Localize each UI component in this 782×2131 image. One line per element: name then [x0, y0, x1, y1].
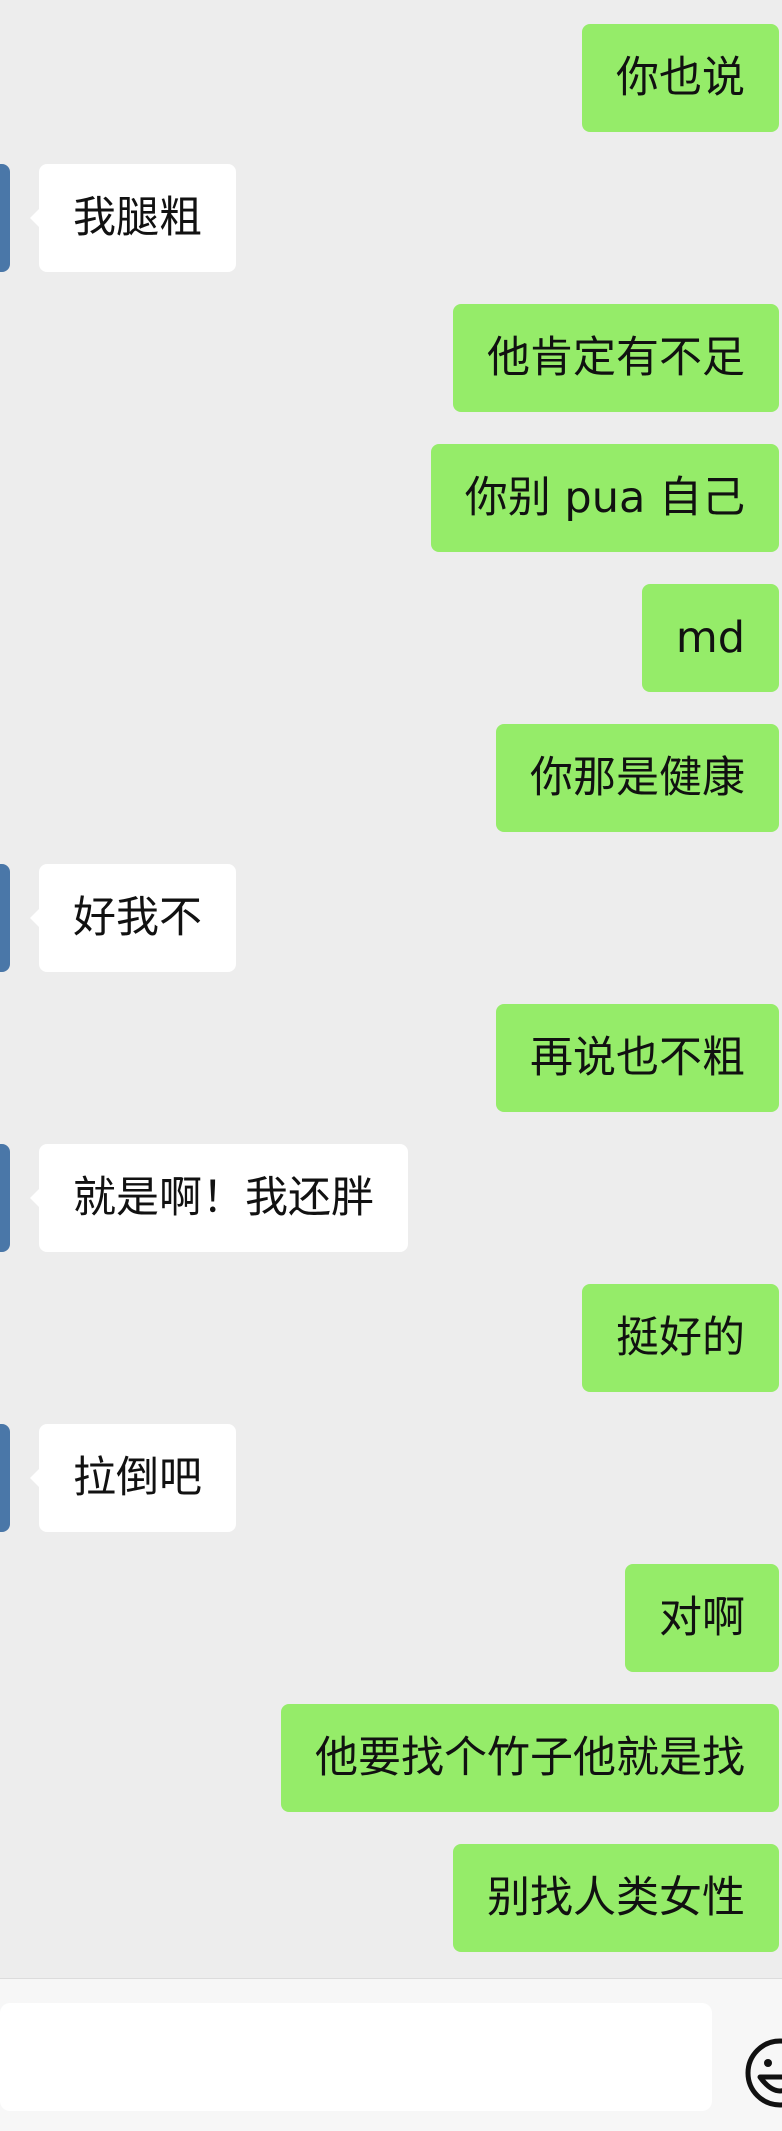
- message-row: 挺好的: [0, 1284, 782, 1392]
- message-text: md: [675, 613, 745, 663]
- chat-area[interactable]: 你也说 我腿粗 他肯定有不足 你别 pua 自己 md 你那是健康 好我不 再说…: [0, 0, 782, 1978]
- outgoing-message-bubble[interactable]: 挺好的: [582, 1284, 779, 1392]
- outgoing-message-bubble[interactable]: 对啊: [625, 1564, 779, 1672]
- message-row: 你那是健康: [0, 724, 782, 832]
- emoji-icon[interactable]: [742, 2035, 782, 2111]
- message-row: 你也说: [0, 24, 782, 132]
- message-text: 对啊: [659, 1593, 745, 1643]
- input-bar: [0, 1978, 782, 2131]
- message-row: 他要找个竹子他就是找: [0, 1704, 782, 1812]
- contact-avatar[interactable]: [0, 1424, 10, 1532]
- message-text: 你别 pua 自己: [464, 473, 745, 523]
- incoming-message-bubble[interactable]: 拉倒吧: [30, 1424, 236, 1532]
- message-row: 他肯定有不足: [0, 304, 782, 412]
- outgoing-message-bubble[interactable]: 你也说: [582, 24, 779, 132]
- message-text: 挺好的: [616, 1313, 745, 1363]
- message-text: 再说也不粗: [530, 1033, 745, 1083]
- incoming-message-bubble[interactable]: 好我不: [30, 864, 236, 972]
- message-row: 对啊: [0, 1564, 782, 1672]
- message-text: 你那是健康: [530, 753, 745, 803]
- outgoing-message-bubble[interactable]: 你别 pua 自己: [430, 444, 779, 552]
- contact-avatar[interactable]: [0, 864, 10, 972]
- message-text: 他要找个竹子他就是找: [315, 1733, 745, 1783]
- outgoing-message-bubble[interactable]: 他肯定有不足: [453, 304, 779, 412]
- contact-avatar[interactable]: [0, 164, 10, 272]
- message-text: 就是啊！我还胖: [73, 1173, 374, 1223]
- message-row: 你别 pua 自己: [0, 444, 782, 552]
- message-row: 别找人类女性: [0, 1844, 782, 1952]
- incoming-message-bubble[interactable]: 我腿粗: [30, 164, 236, 272]
- outgoing-message-bubble[interactable]: 你那是健康: [496, 724, 779, 832]
- message-text: 好我不: [73, 893, 202, 943]
- message-text: 我腿粗: [73, 193, 202, 243]
- message-row: 拉倒吧: [0, 1424, 782, 1532]
- message-row: 再说也不粗: [0, 1004, 782, 1112]
- message-text: 别找人类女性: [487, 1873, 745, 1923]
- outgoing-message-bubble[interactable]: 再说也不粗: [496, 1004, 779, 1112]
- message-row: md: [0, 584, 782, 692]
- outgoing-message-bubble[interactable]: md: [641, 584, 779, 692]
- message-row: 好我不: [0, 864, 782, 972]
- message-text: 拉倒吧: [73, 1453, 202, 1503]
- message-row: 我腿粗: [0, 164, 782, 272]
- message-text: 他肯定有不足: [487, 333, 745, 383]
- message-text: 你也说: [616, 53, 745, 103]
- contact-avatar[interactable]: [0, 1144, 10, 1252]
- message-input[interactable]: [0, 2003, 712, 2111]
- message-row: 就是啊！我还胖: [0, 1144, 782, 1252]
- incoming-message-bubble[interactable]: 就是啊！我还胖: [30, 1144, 408, 1252]
- outgoing-message-bubble[interactable]: 别找人类女性: [453, 1844, 779, 1952]
- outgoing-message-bubble[interactable]: 他要找个竹子他就是找: [281, 1704, 779, 1812]
